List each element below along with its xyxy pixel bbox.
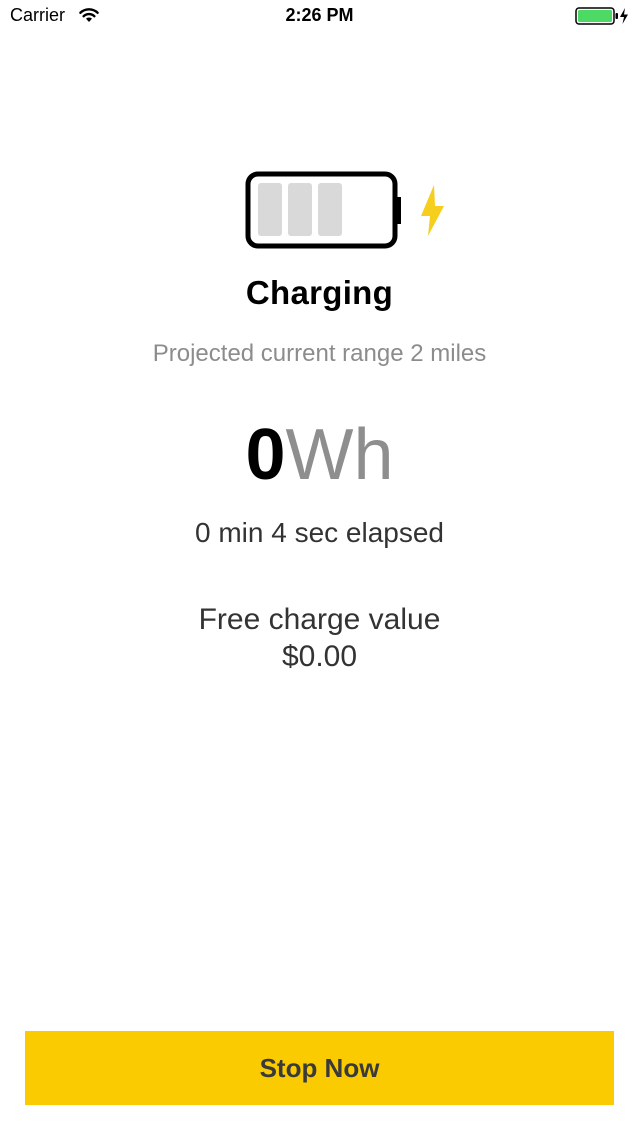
elapsed-time: 0 min 4 sec elapsed [194,517,445,548]
status-bar: Carrier 2:26 PM [0,0,639,34]
energy-unit: Wh [285,415,394,495]
battery-icon [245,171,444,249]
charging-status-title: Charging [245,274,394,311]
energy-readout: 0Wh [0,410,639,500]
status-time: 2:26 PM [285,5,354,25]
projected-range-text: Projected current range 2 miles [152,340,487,367]
lightning-bolt-icon [421,185,444,236]
stop-now-button[interactable]: Stop Now [25,1031,614,1105]
battery-charging-icon [575,7,628,25]
charge-value: $0.00 [281,640,358,673]
charge-value-label: Free charge value [198,603,441,636]
energy-value: 0 [245,415,286,495]
